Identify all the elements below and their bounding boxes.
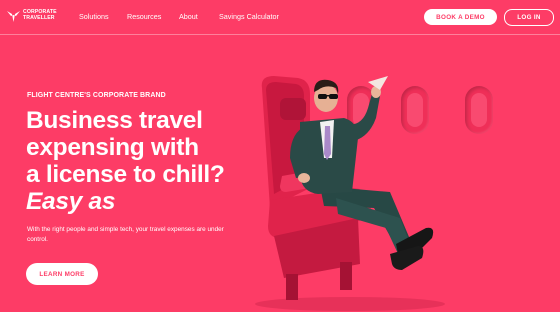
hero-headline-line: a license to chill?	[26, 161, 225, 188]
learn-more-button[interactable]: LEARN MORE	[26, 263, 98, 285]
hero-subtext: With the right people and simple tech, y…	[27, 226, 224, 243]
login-button[interactable]: LOG IN	[504, 9, 554, 26]
hero-businessman-in-seat-image	[255, 76, 445, 311]
brand-wordmark-line2: TRAVELLER	[23, 15, 55, 21]
hero-page: CORPORATE TRAVELLER Solutions Resources …	[0, 0, 560, 312]
airplane-window	[465, 86, 493, 134]
corporate-traveller-logo-icon	[7, 11, 20, 22]
book-demo-button[interactable]: BOOK A DEMO	[424, 9, 497, 25]
brand-wordmark: CORPORATE TRAVELLER	[23, 10, 57, 21]
nav-item-savings-calculator[interactable]: Savings Calculator	[219, 12, 279, 21]
hero-headline: Business travel expensing with a license…	[26, 107, 225, 215]
hero-headline-line: Business travel	[26, 107, 203, 134]
nav-item-resources[interactable]: Resources	[127, 12, 161, 21]
brand-logo[interactable]: CORPORATE TRAVELLER	[7, 10, 57, 22]
top-navigation-bar: CORPORATE TRAVELLER Solutions Resources …	[0, 0, 560, 35]
hero-eyebrow: FLIGHT CENTRE'S CORPORATE BRAND	[27, 92, 166, 99]
nav-item-about[interactable]: About	[179, 12, 198, 21]
hero-headline-emphasis: Easy as	[26, 188, 116, 215]
nav-item-solutions[interactable]: Solutions	[79, 12, 109, 21]
hero-headline-line: expensing with	[26, 134, 199, 161]
